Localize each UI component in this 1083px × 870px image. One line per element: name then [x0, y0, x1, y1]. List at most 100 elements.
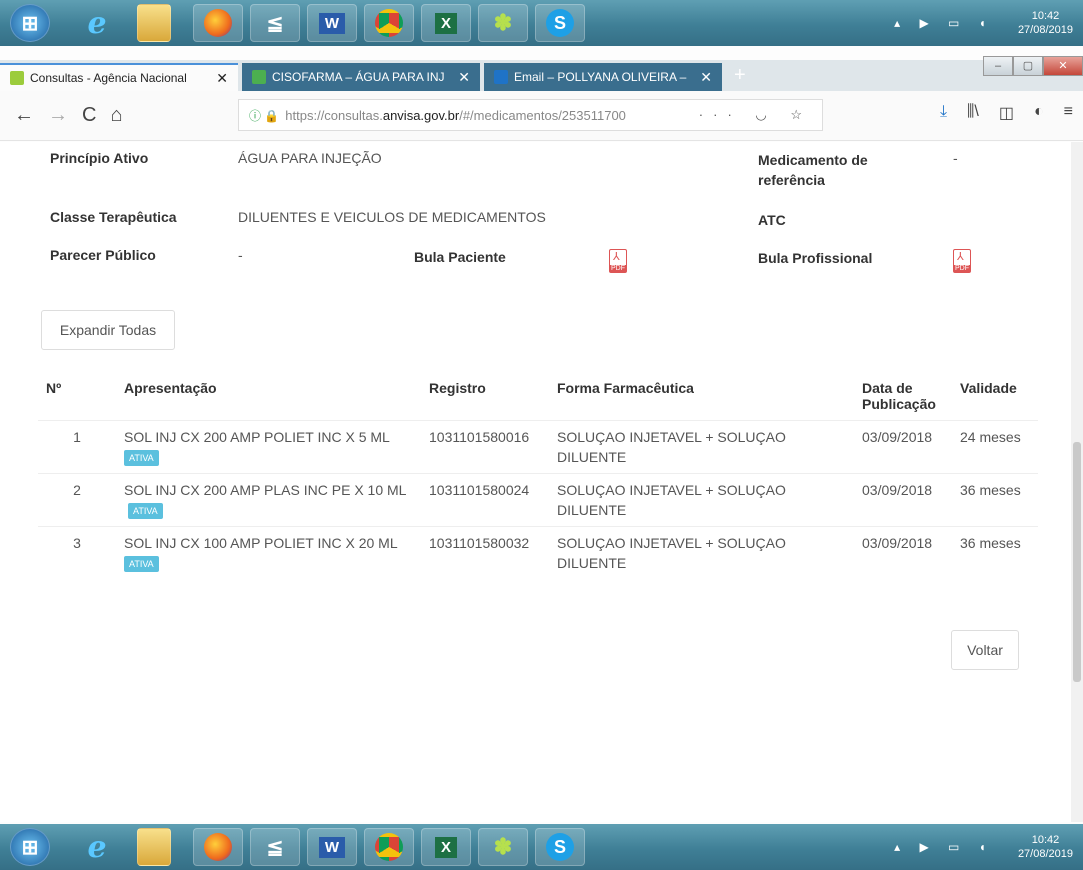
word-icon[interactable]: W	[307, 4, 357, 42]
tray-icons[interactable]: ▴ ▶ ▭ ◖	[894, 840, 994, 854]
new-tab-button[interactable]: +	[734, 64, 746, 87]
internet-explorer-icon[interactable]: e	[72, 4, 122, 42]
menu-icon[interactable]: ≡	[1064, 103, 1073, 123]
tab-consultas[interactable]: Consultas - Agência Nacional ✕	[0, 63, 238, 91]
reload-button[interactable]: C	[82, 104, 96, 127]
scanner-icon[interactable]: ≦	[250, 4, 300, 42]
home-button[interactable]: ⌂	[110, 104, 122, 127]
file-explorer-icon[interactable]	[137, 828, 171, 866]
row-forma: SOLUÇAO INJETAVEL + SOLUÇAO DILUENTE	[557, 482, 786, 518]
bula-paciente-label: Bula Paciente	[414, 249, 506, 265]
tab-title: CISOFARMA – ÁGUA PARA INJ	[272, 70, 445, 84]
extension-icon[interactable]: ◐	[1034, 103, 1044, 123]
row-forma: SOLUÇAO INJETAVEL + SOLUÇAO DILUENTE	[557, 535, 786, 571]
file-explorer-icon[interactable]	[137, 4, 171, 42]
start-button-icon[interactable]: ⊞	[10, 828, 50, 866]
medicamento-referencia-value: -	[953, 150, 958, 166]
library-icon[interactable]: ⫼\	[967, 103, 979, 123]
firefox-icon[interactable]	[193, 828, 243, 866]
maximize-button[interactable]: ▢	[1013, 56, 1043, 76]
table-row[interactable]: 1 SOL INJ CX 200 AMP POLIET INC X 5 ML AT…	[38, 420, 1038, 474]
page-actions-icons[interactable]: ··· ◡ ☆	[699, 107, 812, 123]
clock[interactable]: 10:42 27/08/2019	[1018, 833, 1073, 861]
header-forma: Forma Farmacêutica	[557, 380, 694, 396]
tab-cisofarma[interactable]: CISOFARMA – ÁGUA PARA INJ ✕	[242, 63, 480, 91]
excel-icon[interactable]: X	[421, 4, 471, 42]
clock-date: 27/08/2019	[1017, 24, 1073, 36]
anvisa-favicon-icon	[10, 71, 24, 85]
row-apresentacao: SOL INJ CX 200 AMP PLAS INC PE X 10 ML A…	[116, 474, 421, 527]
downloads-icon[interactable]: ⤓	[940, 103, 947, 123]
chrome-icon[interactable]	[364, 828, 414, 866]
lock-icon[interactable]: ⓘ 🔒	[249, 107, 279, 124]
internet-explorer-icon[interactable]: e	[72, 828, 122, 866]
clock-date: 27/08/2019	[1017, 848, 1073, 860]
tab-email[interactable]: Email – POLLYANA OLIVEIRA – ✕	[484, 63, 722, 91]
header-apresentacao: Apresentação	[124, 380, 217, 396]
row-data: 03/09/2018	[862, 429, 933, 445]
cisofarma-favicon-icon	[252, 70, 266, 84]
tab-bar: Consultas - Agência Nacional ✕ CISOFARMA…	[0, 56, 1083, 91]
apresentacao-text: SOL INJ CX 100 AMP POLIET INC X 20 ML	[124, 535, 398, 551]
system-tray: ▴ ▶ ▭ ◖ 10:42 27/08/2019	[894, 0, 1073, 46]
bula-paciente-pdf-icon[interactable]	[609, 249, 627, 273]
row-number: 1	[73, 429, 81, 445]
navigation-bar: ← → C ⌂ ⓘ 🔒 https://consultas. anvisa.gov…	[0, 91, 1083, 141]
principio-ativo-value: ÁGUA PARA INJEÇÃO	[238, 150, 382, 166]
sidebar-icon[interactable]: ◫	[999, 103, 1014, 123]
outlook-favicon-icon	[494, 70, 508, 84]
bula-profissional-label: Bula Profissional	[758, 250, 873, 266]
status-badge: ATIVA	[124, 556, 159, 573]
firefox-icon[interactable]	[193, 4, 243, 42]
close-tab-icon[interactable]: ✕	[216, 70, 228, 87]
row-registro: 1031101580016	[429, 429, 530, 445]
classe-terapeutica-value: DILUENTES E VEICULOS DE MEDICAMENTOS	[238, 209, 546, 225]
vertical-scrollbar[interactable]	[1071, 142, 1083, 822]
url-host: anvisa.gov.br	[382, 107, 460, 123]
presentations-table: Nº Apresentação Registro Forma Farmacêut…	[38, 372, 1038, 579]
excel-icon[interactable]: X	[421, 828, 471, 866]
parecer-publico-value: -	[238, 247, 243, 263]
tab-title: Email – POLLYANA OLIVEIRA –	[514, 70, 687, 84]
row-registro: 1031101580032	[429, 535, 530, 551]
forward-button[interactable]: →	[48, 104, 68, 127]
chrome-icon[interactable]	[364, 4, 414, 42]
back-page-button[interactable]: Voltar	[951, 630, 1019, 670]
clock-time: 10:42	[1031, 10, 1060, 22]
table-row[interactable]: 3 SOL INJ CX 100 AMP POLIET INC X 20 ML A…	[38, 526, 1038, 580]
url-path: /#/medicamentos/253511700	[459, 107, 626, 123]
header-registro: Registro	[429, 380, 486, 396]
url-bar[interactable]: ⓘ 🔒 https://consultas. anvisa.gov.br/#/me…	[238, 99, 823, 131]
close-tab-icon[interactable]: ✕	[700, 69, 712, 86]
close-tab-icon[interactable]: ✕	[458, 69, 470, 86]
taskbar-top: ⊞ e ≦ W X ✽ S ▴ ▶ ▭ ◖ 10:42 27/08/2019	[0, 0, 1083, 46]
skype-icon[interactable]: S	[535, 828, 585, 866]
apresentacao-text: SOL INJ CX 200 AMP PLAS INC PE X 10 ML	[124, 482, 406, 498]
scrollbar-thumb[interactable]	[1073, 442, 1081, 682]
back-button[interactable]: ←	[14, 104, 34, 127]
app-icon[interactable]: ✽	[478, 4, 528, 42]
toolbar-right: ⤓ ⫼\ ◫ ◐ ≡	[940, 103, 1073, 123]
apresentacao-text: SOL INJ CX 200 AMP POLIET INC X 5 ML	[124, 429, 390, 445]
close-window-button[interactable]: ✕	[1043, 56, 1083, 76]
row-data: 03/09/2018	[862, 482, 933, 498]
word-icon[interactable]: W	[307, 828, 357, 866]
app-icon[interactable]: ✽	[478, 828, 528, 866]
expand-all-button[interactable]: Expandir Todas	[41, 310, 175, 350]
row-apresentacao: SOL INJ CX 200 AMP POLIET INC X 5 ML ATIV…	[116, 421, 421, 474]
start-button-icon[interactable]: ⊞	[10, 4, 50, 42]
clock[interactable]: 10:42 27/08/2019	[1018, 9, 1073, 37]
classe-terapeutica-label: Classe Terapêutica	[50, 209, 177, 225]
bula-profissional-pdf-icon[interactable]	[953, 249, 971, 273]
row-data: 03/09/2018	[862, 535, 933, 551]
scanner-icon[interactable]: ≦	[250, 828, 300, 866]
row-validade: 36 meses	[960, 482, 1021, 498]
window-controls: – ▢ ✕	[983, 56, 1083, 76]
row-validade: 24 meses	[960, 429, 1021, 445]
tray-icons[interactable]: ▴ ▶ ▭ ◖	[894, 16, 994, 30]
skype-icon[interactable]: S	[535, 4, 585, 42]
table-row[interactable]: 2 SOL INJ CX 200 AMP PLAS INC PE X 10 ML…	[38, 473, 1038, 527]
minimize-button[interactable]: –	[983, 56, 1013, 76]
row-registro: 1031101580024	[429, 482, 530, 498]
url-prefix: https://consultas.	[285, 107, 383, 123]
